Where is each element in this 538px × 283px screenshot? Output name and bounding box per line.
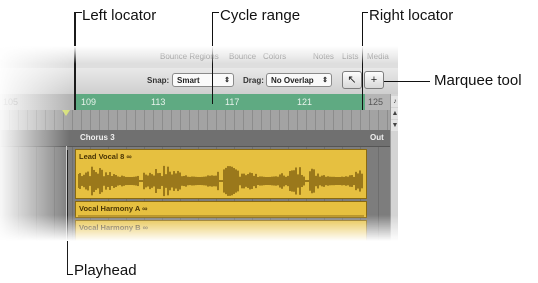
- drag-select[interactable]: No Overlap ⇕: [266, 73, 332, 87]
- leader-left-locator-h: [75, 12, 82, 13]
- drag-label: Drag:: [243, 76, 264, 85]
- arrange-toolbar: Snap: Smart ⇕ Drag: No Overlap ⇕ ↖ +: [0, 68, 398, 95]
- playhead-triangle-icon[interactable]: [62, 110, 70, 116]
- leader-left-locator: [74, 12, 76, 110]
- menu-notes[interactable]: Notes: [313, 52, 334, 61]
- arrange-window: Bounce Regions Bounce Colors Notes Lists…: [0, 46, 398, 241]
- leader-playhead-h: [67, 274, 73, 275]
- region-name: Vocal Harmony A ∞: [79, 204, 147, 213]
- waveform: [78, 215, 364, 217]
- arrow-pointer-icon: ↖: [347, 74, 357, 86]
- ruler-bar-number: 105: [3, 97, 19, 107]
- region-vocal-harmony-a[interactable]: Vocal Harmony A ∞: [75, 201, 367, 218]
- marker-chorus[interactable]: Chorus 3: [80, 133, 115, 142]
- waveform: [78, 165, 363, 197]
- ruler-bar-number: 109: [81, 97, 97, 107]
- chevron-updown-icon: ⇕: [322, 77, 328, 84]
- crosshair-icon: +: [370, 74, 378, 86]
- cycle-range[interactable]: [75, 94, 365, 110]
- pointer-tool-button[interactable]: ↖: [342, 71, 362, 89]
- drag-value: No Overlap: [271, 76, 314, 85]
- region-title: Lead Vocal 8: [79, 152, 125, 161]
- menu-lists[interactable]: Lists: [342, 52, 358, 61]
- marker-lane: Chorus 3 Out: [0, 130, 390, 147]
- leader-cycle-range: [212, 12, 213, 104]
- top-menu-bar: Bounce Regions Bounce Colors Notes Lists…: [0, 46, 398, 68]
- marquee-tool-button[interactable]: +: [364, 71, 384, 89]
- track-area: Lead Vocal 8 ∞ Vocal Harmony A ∞ Vocal H…: [0, 147, 390, 241]
- callout-marquee-tool: Marquee tool: [434, 72, 522, 89]
- region-name: Lead Vocal 8 ∞: [79, 152, 132, 161]
- loop-icon: ∞: [142, 223, 148, 232]
- leader-marquee-tool: [384, 81, 430, 82]
- note-icon[interactable]: ♪: [391, 96, 398, 107]
- playhead-line[interactable]: [66, 146, 67, 241]
- leader-cycle-range-h: [212, 12, 219, 13]
- region-lead-vocal[interactable]: Lead Vocal 8 ∞: [75, 149, 367, 199]
- ruler-bar-number: 117: [225, 97, 240, 107]
- ruler-bar-number: 121: [297, 97, 313, 107]
- ruler-bar-number: 125: [368, 97, 384, 107]
- marker-out: Out: [370, 133, 384, 142]
- callout-cycle-range: Cycle range: [220, 7, 301, 24]
- scroll-down-icon[interactable]: ▼: [391, 120, 398, 131]
- leader-playhead: [67, 150, 68, 274]
- loop-icon: ∞: [126, 152, 132, 161]
- ruler-ticks: [0, 110, 390, 130]
- chevron-updown-icon: ⇕: [224, 77, 230, 84]
- region-vocal-harmony-b[interactable]: Vocal Harmony B ∞: [75, 220, 367, 241]
- callout-playhead: Playhead: [74, 262, 137, 279]
- region-title: Vocal Harmony A: [79, 204, 140, 213]
- ruler-bar-number: 113: [151, 97, 166, 107]
- snap-select[interactable]: Smart ⇕: [172, 73, 234, 87]
- snap-value: Smart: [177, 76, 200, 85]
- menu-colors[interactable]: Colors: [263, 52, 286, 61]
- menu-media[interactable]: Media: [367, 52, 389, 61]
- region-name: Vocal Harmony B ∞: [79, 223, 148, 232]
- leader-right-locator: [362, 12, 363, 110]
- vertical-scrollbar[interactable]: ♪ ▲ ▼: [390, 94, 398, 241]
- callout-left-locator: Left locator: [82, 7, 157, 24]
- callout-right-locator: Right locator: [369, 7, 454, 24]
- menu-bounce-regions[interactable]: Bounce Regions: [160, 52, 219, 61]
- loop-icon: ∞: [142, 204, 148, 213]
- menu-bounce[interactable]: Bounce: [229, 52, 256, 61]
- snap-label: Snap:: [147, 76, 170, 85]
- scroll-up-icon[interactable]: ▲: [391, 108, 398, 119]
- bar-ruler[interactable]: 105 109 113 117 121 125: [0, 94, 398, 130]
- region-title: Vocal Harmony B: [79, 223, 141, 232]
